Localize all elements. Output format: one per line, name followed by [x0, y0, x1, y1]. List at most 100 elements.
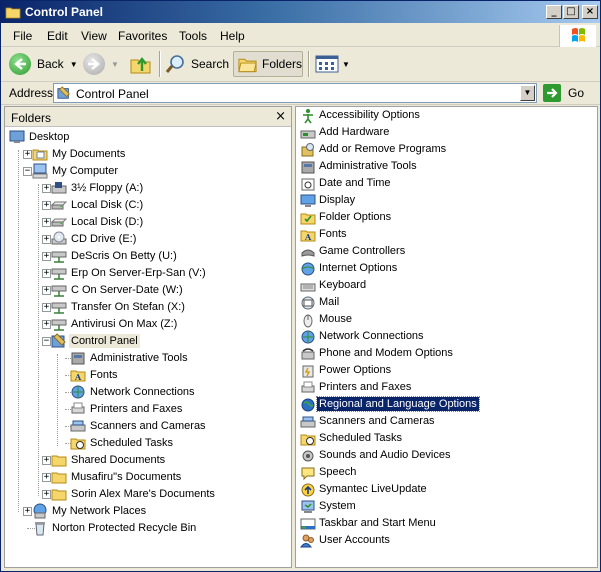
views-button[interactable]: ▼	[315, 51, 350, 77]
menu-help[interactable]: Help	[220, 29, 245, 43]
tree-item[interactable]: + Erp On Server-Erp-San (V:)	[5, 265, 291, 282]
control-panel-item-label: Folder Options	[319, 211, 392, 223]
control-panel-item[interactable]: Sounds and Audio Devices	[300, 448, 590, 465]
network-connections-icon	[301, 330, 315, 344]
address-dropdown-icon[interactable]: ▼	[520, 85, 535, 101]
expand-icon[interactable]: +	[42, 252, 51, 261]
control-panel-item[interactable]: Network Connections	[300, 329, 590, 346]
control-panel-item[interactable]: Add Hardware	[300, 125, 590, 142]
control-panel-item[interactable]: Add or Remove Programs	[300, 142, 590, 159]
tree-item[interactable]: Desktop	[5, 129, 291, 146]
expand-icon[interactable]: +	[42, 320, 51, 329]
floppy-drive-icon	[51, 182, 67, 194]
control-panel-item[interactable]: User Accounts	[300, 533, 590, 550]
up-button[interactable]	[129, 51, 153, 77]
expand-icon[interactable]: +	[42, 490, 51, 499]
tree-item[interactable]: + DeScris On Betty (U:)	[5, 248, 291, 265]
expand-icon[interactable]: +	[42, 303, 51, 312]
control-panel-item[interactable]: Printers and Faxes	[300, 380, 590, 397]
expand-icon[interactable]: +	[42, 235, 51, 244]
back-dropdown-icon[interactable]: ▼	[70, 60, 78, 69]
system-icon	[301, 500, 315, 513]
tree-item[interactable]: + Antivirusi On Max (Z:)	[5, 316, 291, 333]
control-panel-item[interactable]: Mouse	[300, 312, 590, 329]
tree-item[interactable]: − Control Panel	[5, 333, 291, 350]
control-panel-item[interactable]: Date and Time	[300, 176, 590, 193]
address-input[interactable]: Control Panel ▼	[53, 83, 537, 103]
close-button[interactable]: ×	[582, 5, 598, 19]
control-panel-item[interactable]: Mail	[300, 295, 590, 312]
expand-icon[interactable]: +	[23, 150, 32, 159]
control-panel-item[interactable]: Display	[300, 193, 590, 210]
tree-item[interactable]: + Local Disk (D:)	[5, 214, 291, 231]
tree-item[interactable]: + C On Server-Date (W:)	[5, 282, 291, 299]
control-panel-item[interactable]: Power Options	[300, 363, 590, 380]
control-panel-item[interactable]: System	[300, 499, 590, 516]
tree-item[interactable]: + My Network Places	[5, 503, 291, 520]
control-panel-item[interactable]: Administrative Tools	[300, 159, 590, 176]
tree-item[interactable]: − My Computer	[5, 163, 291, 180]
expand-icon[interactable]: +	[42, 184, 51, 193]
tree-item[interactable]: Administrative Tools	[5, 350, 291, 367]
tree-item-label: Network Connections	[90, 386, 195, 398]
menu-view[interactable]: View	[81, 29, 107, 43]
tree-item[interactable]: Printers and Faxes	[5, 401, 291, 418]
control-panel-list: Accessibility Options Add Hardware Add or …	[295, 106, 598, 568]
forward-dropdown-icon[interactable]: ▼	[111, 60, 119, 69]
expand-icon[interactable]: +	[42, 473, 51, 482]
tree-item[interactable]: Scheduled Tasks	[5, 435, 291, 452]
close-icon[interactable]: ×	[275, 109, 286, 124]
tree-item[interactable]: + Shared Documents	[5, 452, 291, 469]
tree-item[interactable]: A Fonts	[5, 367, 291, 384]
menu-file[interactable]: File	[13, 29, 32, 43]
tree-item[interactable]: Norton Protected Recycle Bin	[5, 520, 291, 537]
tree-item[interactable]: + Musafiru"s Documents	[5, 469, 291, 486]
control-panel-item[interactable]: Phone and Modem Options	[300, 346, 590, 363]
control-panel-item[interactable]: Internet Options	[300, 261, 590, 278]
menu-edit[interactable]: Edit	[47, 29, 68, 43]
tree-item-label: Administrative Tools	[90, 352, 188, 364]
back-button[interactable]: Back ▼	[9, 51, 78, 77]
maximize-button[interactable]: □	[563, 5, 579, 19]
search-button[interactable]: Search	[165, 51, 229, 77]
control-panel-item-label: Display	[319, 194, 356, 206]
tree-item[interactable]: Scanners and Cameras	[5, 418, 291, 435]
control-panel-item[interactable]: Keyboard	[300, 278, 590, 295]
expand-icon[interactable]: +	[42, 456, 51, 465]
forward-button[interactable]: ▼	[83, 51, 119, 77]
tree-item[interactable]: + Local Disk (C:)	[5, 197, 291, 214]
tree-item[interactable]: + My Documents	[5, 146, 291, 163]
expand-icon[interactable]: +	[42, 269, 51, 278]
title-bar[interactable]: Control Panel _ □ ×	[1, 1, 600, 23]
tree-item[interactable]: + CD Drive (E:)	[5, 231, 291, 248]
control-panel-item-label: Add or Remove Programs	[319, 143, 447, 155]
minimize-button[interactable]: _	[546, 5, 562, 19]
expand-icon[interactable]: +	[42, 218, 51, 227]
expand-icon[interactable]: +	[42, 286, 51, 295]
collapse-icon[interactable]: −	[42, 337, 51, 346]
forward-arrow-icon	[83, 53, 105, 75]
control-panel-item[interactable]: Scanners and Cameras	[300, 414, 590, 431]
control-panel-item[interactable]: Speech	[300, 465, 590, 482]
control-panel-item[interactable]: Game Controllers	[300, 244, 590, 261]
menu-tools[interactable]: Tools	[179, 29, 207, 43]
control-panel-item[interactable]: Accessibility Options	[300, 108, 590, 125]
tree-item[interactable]: + Sorin Alex Mare's Documents	[5, 486, 291, 503]
collapse-icon[interactable]: −	[23, 167, 32, 176]
menu-favorites[interactable]: Favorites	[118, 29, 167, 43]
tree-item[interactable]: Network Connections	[5, 384, 291, 401]
control-panel-item[interactable]: Regional and Language Options	[300, 396, 590, 414]
control-panel-item[interactable]: Symantec LiveUpdate	[300, 482, 590, 499]
control-panel-item[interactable]: Taskbar and Start Menu	[300, 516, 590, 533]
expand-icon[interactable]: +	[42, 201, 51, 210]
views-dropdown-icon[interactable]: ▼	[342, 60, 350, 69]
tree-item[interactable]: +3½ Floppy (A:)	[5, 180, 291, 197]
folders-button[interactable]: Folders	[233, 51, 303, 77]
go-button[interactable]: Go	[543, 83, 584, 103]
recycle-bin-icon	[35, 522, 45, 536]
control-panel-item[interactable]: Folder Options	[300, 210, 590, 227]
tree-item[interactable]: + Transfer On Stefan (X:)	[5, 299, 291, 316]
expand-icon[interactable]: +	[23, 507, 32, 516]
control-panel-item[interactable]: A Fonts	[300, 227, 590, 244]
control-panel-item[interactable]: Scheduled Tasks	[300, 431, 590, 448]
